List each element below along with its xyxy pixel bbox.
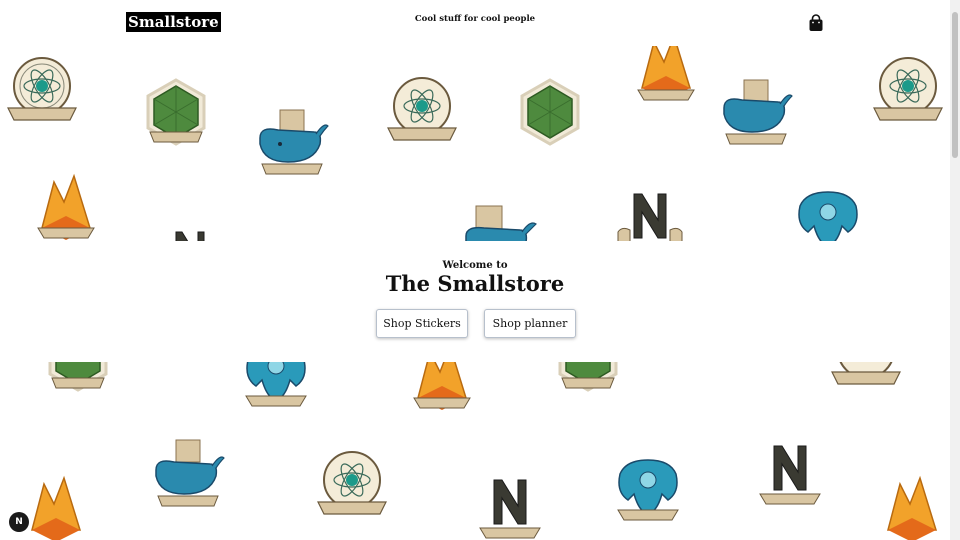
hero-welcome: Welcome to: [442, 260, 508, 271]
firebase-sticker: [37, 173, 95, 240]
docker-sticker: [465, 205, 537, 241]
next-sticker: [479, 479, 541, 539]
next-sticker: [175, 231, 205, 241]
node-sticker: [48, 362, 108, 392]
docker-sticker: [259, 109, 329, 175]
scrollbar-thumb[interactable]: [952, 12, 958, 158]
docker-sticker: [723, 79, 793, 145]
node-sticker: [146, 78, 206, 146]
react-sticker: [873, 57, 943, 121]
next-dev-indicator[interactable]: N: [9, 512, 29, 532]
shop-stickers-button[interactable]: Shop Stickers: [376, 309, 468, 338]
firebase-sticker: [887, 475, 938, 540]
firebase-sticker: [413, 362, 471, 410]
hero-section: Welcome to The Smallstore Shop Stickers …: [0, 241, 950, 362]
node-sticker: [558, 362, 618, 392]
react-sticker: [7, 57, 77, 121]
shop-planner-button[interactable]: Shop planner: [484, 309, 576, 338]
site-header: Smallstore Cool stuff for cool people: [0, 0, 950, 46]
firebase-sticker: [31, 475, 82, 540]
firebase-sticker: [637, 46, 695, 101]
page-scrollbar[interactable]: [950, 0, 960, 540]
react-sticker: [317, 451, 387, 515]
node-sticker: [520, 78, 580, 146]
hero-title: The Smallstore: [385, 271, 565, 296]
sticker-pattern-bottom: [0, 362, 950, 540]
react-sticker: [387, 77, 457, 141]
next-sticker: [759, 445, 821, 505]
react-sticker: [831, 362, 901, 385]
postgresql-sticker: [617, 459, 679, 521]
shopping-bag-icon[interactable]: [808, 14, 824, 32]
postgresql-sticker: [245, 362, 307, 407]
next-sticker: [617, 193, 683, 241]
postgresql-sticker: [798, 191, 858, 241]
sticker-pattern-top: [0, 46, 950, 241]
docker-sticker: [155, 439, 225, 507]
